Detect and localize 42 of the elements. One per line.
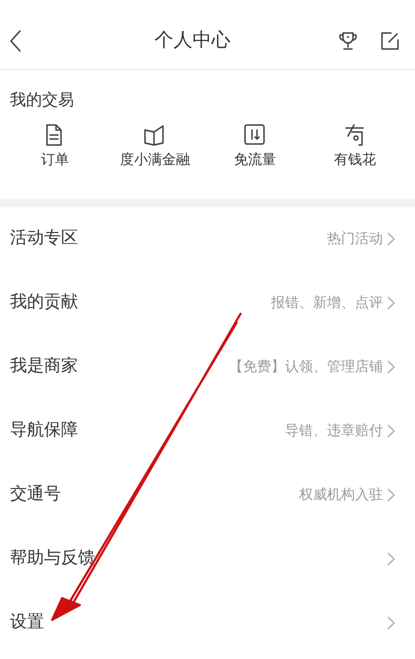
shortcut-label: 订单 <box>41 151 69 170</box>
shortcut-label: 有钱花 <box>334 151 376 170</box>
chevron-icon <box>387 488 395 502</box>
shortcut-item[interactable]: 订单 <box>14 124 96 171</box>
menu-label: 帮助与反馈 <box>10 547 95 570</box>
page-title: 个人中心 <box>154 28 230 54</box>
character-icon <box>344 124 366 146</box>
menu-label: 活动专区 <box>10 227 78 250</box>
chevron-icon <box>387 232 395 246</box>
shortcut-item[interactable]: 度小满金融 <box>96 124 214 171</box>
menu-hint: 报错、新增、点评 <box>271 294 383 312</box>
menu-hint: 权威机构入驻 <box>299 486 383 504</box>
menu-row[interactable]: 活动专区 热门活动 <box>0 207 415 271</box>
menu-row[interactable]: 我是商家 【免费】认领、管理店铺 <box>0 335 415 399</box>
shortcut-label: 度小满金融 <box>120 151 190 170</box>
chevron-icon <box>387 360 395 374</box>
edit-icon[interactable] <box>381 32 399 50</box>
chevron-icon <box>387 552 395 566</box>
menu-hint: 热门活动 <box>327 230 383 248</box>
chevron-icon <box>387 424 395 438</box>
chevron-icon <box>387 616 395 630</box>
back-button[interactable] <box>8 28 22 52</box>
menu-label: 交通号 <box>10 483 61 506</box>
menu-label: 设置 <box>10 611 44 634</box>
section-title: 我的交易 <box>9 89 75 111</box>
menu-label: 导航保障 <box>10 419 78 442</box>
book-icon <box>144 124 166 146</box>
shortcut-label: 免流量 <box>234 151 276 170</box>
menu-row[interactable]: 帮助与反馈 <box>0 527 415 591</box>
chevron-icon <box>387 296 395 310</box>
menu-row[interactable]: 交通号 权威机构入驻 <box>0 463 415 527</box>
menu-label: 我的贡献 <box>10 291 78 314</box>
menu-hint: 导错、违章赔付 <box>285 422 383 440</box>
shortcut-item[interactable]: 有钱花 <box>296 124 414 171</box>
menu-label: 我是商家 <box>10 355 78 378</box>
menu-row[interactable]: 设置 <box>0 591 415 655</box>
arrows-icon <box>244 124 266 146</box>
menu-row[interactable]: 导航保障 导错、违章赔付 <box>0 399 415 463</box>
shortcut-item[interactable]: 免流量 <box>214 124 296 171</box>
menu-row[interactable]: 我的贡献 报错、新增、点评 <box>0 271 415 335</box>
menu-hint: 【免费】认领、管理店铺 <box>229 358 383 376</box>
trophy-icon[interactable] <box>339 30 357 50</box>
